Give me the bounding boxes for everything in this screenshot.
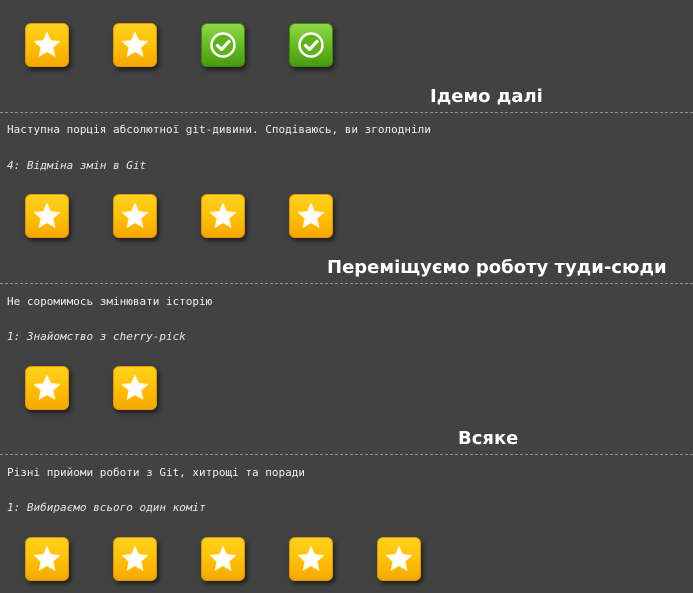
level-button-completed[interactable]: [201, 23, 245, 67]
star-icon: [384, 544, 414, 574]
level-button[interactable]: [25, 194, 69, 238]
level-button[interactable]: [25, 537, 69, 581]
star-icon: [32, 544, 62, 574]
level-button[interactable]: [201, 537, 245, 581]
level-button[interactable]: [289, 194, 333, 238]
star-icon: [32, 201, 62, 231]
sequence-description: Наступна порція абсолютної git-дивини. С…: [7, 123, 431, 136]
star-icon: [32, 373, 62, 403]
checkmark-icon: [208, 30, 238, 60]
star-icon: [208, 544, 238, 574]
star-icon: [32, 30, 62, 60]
level-button-completed[interactable]: [289, 23, 333, 67]
level-button[interactable]: [25, 23, 69, 67]
current-level-label: 4: Відміна змін в Git: [7, 159, 147, 172]
sequence-title: Переміщуємо роботу туди-сюди: [327, 257, 667, 278]
sequence-description: Не соромимось змінювати історію: [7, 295, 213, 308]
checkmark-icon: [296, 30, 326, 60]
star-icon: [208, 201, 238, 231]
level-button[interactable]: [289, 537, 333, 581]
star-icon: [296, 201, 326, 231]
level-button[interactable]: [113, 23, 157, 67]
sequence-title: Ідемо далі: [430, 86, 543, 107]
sequence-description: Різні прийоми роботи з Git, хитрощі та п…: [7, 466, 306, 479]
sequence-divider: [0, 454, 693, 455]
star-icon: [120, 544, 150, 574]
current-level-label: 1: Вибираємо всього один коміт: [7, 501, 206, 514]
star-icon: [120, 201, 150, 231]
sequence-title: Всяке: [458, 428, 519, 449]
current-level-label: 1: Знайомство з cherry-pick: [7, 330, 186, 343]
star-icon: [120, 373, 150, 403]
sequence-divider: [0, 283, 693, 284]
level-button[interactable]: [201, 194, 245, 238]
level-button[interactable]: [113, 366, 157, 410]
sequence-divider: [0, 112, 693, 113]
star-icon: [120, 30, 150, 60]
level-button[interactable]: [113, 194, 157, 238]
level-button[interactable]: [377, 537, 421, 581]
level-button[interactable]: [113, 537, 157, 581]
level-button[interactable]: [25, 366, 69, 410]
star-icon: [296, 544, 326, 574]
